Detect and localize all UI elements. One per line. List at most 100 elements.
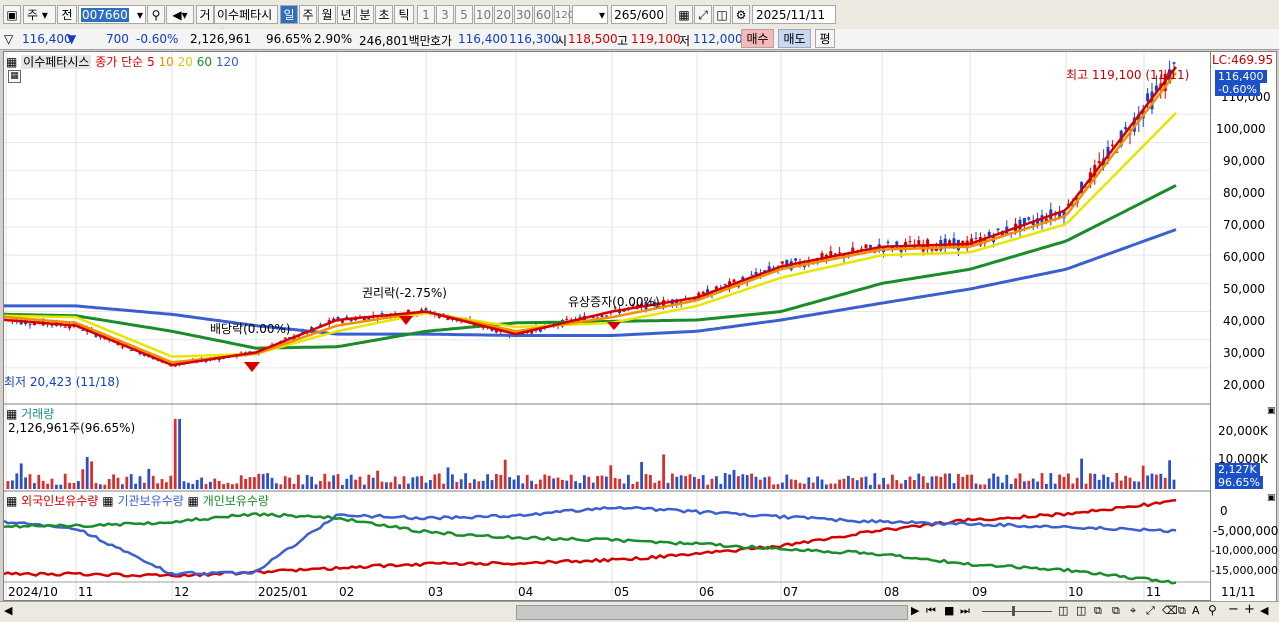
erase-icon[interactable]: ⌫ [1162, 604, 1178, 617]
volume-bar [684, 476, 687, 489]
market-select[interactable]: 주 ▾ [23, 5, 56, 24]
zoom-search-icon[interactable]: ⚲ [1208, 603, 1217, 617]
interval-120-button[interactable]: 120 [554, 5, 574, 24]
interval-5-button[interactable]: 5 [455, 5, 473, 24]
interval-10-button[interactable]: 10 [474, 5, 493, 24]
period-tick-button[interactable]: 틱 [394, 5, 414, 24]
search-icon[interactable]: ⚲ [147, 5, 165, 24]
copy-icon[interactable]: ⧉ [1178, 604, 1186, 618]
period-month-button[interactable]: 월 [318, 5, 336, 24]
text-tool-icon[interactable]: A [1192, 604, 1200, 617]
interval-select[interactable]: ▾ [572, 5, 608, 24]
y-tick: 70,000 [1223, 218, 1265, 232]
x-axis-label: 07 [783, 585, 798, 599]
period-day-button[interactable]: 일 [280, 5, 298, 24]
volume-bar [653, 482, 657, 489]
interval-20-button[interactable]: 20 [494, 5, 513, 24]
last-page-icon[interactable]: ⏭ [960, 604, 970, 618]
type-button[interactable]: 거 [196, 5, 214, 24]
date-input[interactable]: 2025/11/11 [752, 5, 836, 24]
period-minute-button[interactable]: 분 [356, 5, 374, 24]
code-input[interactable]: 007660 ▾ [78, 5, 146, 24]
zoom-in-icon[interactable]: + [1244, 602, 1255, 617]
zoom-slider-handle[interactable] [1012, 606, 1015, 616]
volume-bar [363, 484, 366, 489]
y-tick: 20,000 [1223, 378, 1265, 392]
volume-bar [1097, 479, 1101, 489]
legend-institution[interactable]: 기관보유수량 [117, 494, 183, 508]
legend-foreign[interactable]: 외국인보유수량 [21, 494, 98, 508]
panel-close-icon[interactable]: ▣ [1267, 406, 1276, 416]
zoom-out-icon[interactable]: − [1228, 602, 1239, 617]
x-axis-label: 02 [339, 585, 354, 599]
candle-body [1027, 217, 1031, 220]
legend-ma10[interactable]: 10 [159, 55, 174, 69]
draw-tool-icon[interactable]: ⤢ [694, 5, 712, 24]
evaluate-button[interactable]: 평 [815, 29, 835, 48]
x-axis-label: 05 [614, 585, 629, 599]
stop-icon[interactable]: ■ [944, 604, 954, 617]
x-axis-label: 04 [518, 585, 533, 599]
panel-close-icon[interactable]: ▣ [1267, 493, 1276, 503]
volume-bar [248, 477, 252, 489]
volume-bar [970, 474, 973, 489]
volume-bar [613, 477, 617, 489]
sell-button[interactable]: 매도 [778, 29, 811, 48]
window-menu-icon[interactable]: ▣ [3, 5, 21, 24]
draw-line-icon[interactable]: ⤢ [1146, 604, 1155, 618]
legend-individual[interactable]: 개인보유수량 [203, 494, 269, 508]
scroll-left-icon[interactable]: ◀ [4, 604, 12, 617]
prev-button[interactable]: 전 [57, 5, 77, 24]
quote-bar: ▽ 116,400 ▼ 700 -0.60% 2,126,961 96.65% … [0, 29, 1279, 50]
layout-icon[interactable]: ◫ [1076, 604, 1086, 617]
interval-30-button[interactable]: 30 [514, 5, 533, 24]
period-second-button[interactable]: 초 [375, 5, 393, 24]
legend-stock-name[interactable]: 이수페타시스 [21, 55, 92, 69]
chart-area[interactable]: 2024/10 11 12 2025/01 02 03 04 05 06 07 08 09 10 11 ▦… [3, 51, 1211, 601]
candle-icon[interactable]: ▦ [675, 5, 693, 24]
legend-ma20[interactable]: 20 [178, 55, 193, 69]
legend-ma120[interactable]: 120 [216, 55, 239, 69]
save-icon[interactable]: ◫ [713, 5, 731, 24]
period-year-button[interactable]: 년 [337, 5, 355, 24]
zoom-slider[interactable] [982, 611, 1052, 612]
low-annotation: 최저 20,423 (11/18) [4, 375, 120, 389]
scrollbar-thumb[interactable] [516, 605, 908, 620]
volume-bar [46, 483, 49, 489]
volume-bar [81, 469, 85, 489]
scroll-right-icon[interactable]: ▶ [911, 604, 919, 617]
legend-ma60[interactable]: 60 [197, 55, 212, 69]
quote-toggle-icon[interactable]: ▽ [4, 32, 13, 46]
low-price: 112,000 [693, 32, 743, 46]
speaker-icon[interactable]: ◀▾ [166, 5, 194, 24]
legend-ma5[interactable]: 5 [147, 55, 155, 69]
holding-legend: ▦ 외국인보유수량 ▦ 기관보유수량 ▦ 개인보유수량 [6, 492, 269, 509]
volume-bar [473, 479, 476, 489]
volume-bar [116, 477, 120, 489]
buy-button[interactable]: 매수 [741, 29, 774, 48]
volume-bar [327, 481, 331, 489]
calculator-icon[interactable]: ▦ [8, 70, 21, 83]
gear-icon[interactable]: ⚙ [732, 5, 750, 24]
volume-bar [358, 476, 362, 489]
volume-bar [398, 484, 401, 489]
volume-bar [41, 480, 45, 489]
price-chart-svg[interactable]: 2024/10 11 12 2025/01 02 03 04 05 06 07 08 09 10 11 [4, 52, 1210, 600]
interval-60-button[interactable]: 60 [534, 5, 553, 24]
volume-bar [539, 479, 542, 489]
reset-icon[interactable]: ◀ [1260, 604, 1268, 617]
interval-1-button[interactable]: 1 [417, 5, 435, 24]
copy-icon[interactable]: ⧉ [1094, 604, 1102, 618]
layout-icon[interactable]: ◫ [1058, 604, 1068, 617]
volume-bar [534, 484, 538, 489]
price-axis[interactable]: LC:469.95 110,000 100,000 90,000 80,000 … [1211, 51, 1278, 601]
crosshair-icon[interactable]: ⌖ [1130, 604, 1136, 618]
interval-3-button[interactable]: 3 [436, 5, 454, 24]
copy-icon[interactable]: ⧉ [1112, 604, 1120, 618]
volume-bar [1018, 473, 1022, 489]
count-input[interactable]: 265/600 [611, 5, 667, 24]
volume-bar [767, 476, 771, 489]
volume-bar [442, 483, 445, 489]
period-week-button[interactable]: 주 [299, 5, 317, 24]
first-page-icon[interactable]: ⏮ [926, 604, 936, 618]
